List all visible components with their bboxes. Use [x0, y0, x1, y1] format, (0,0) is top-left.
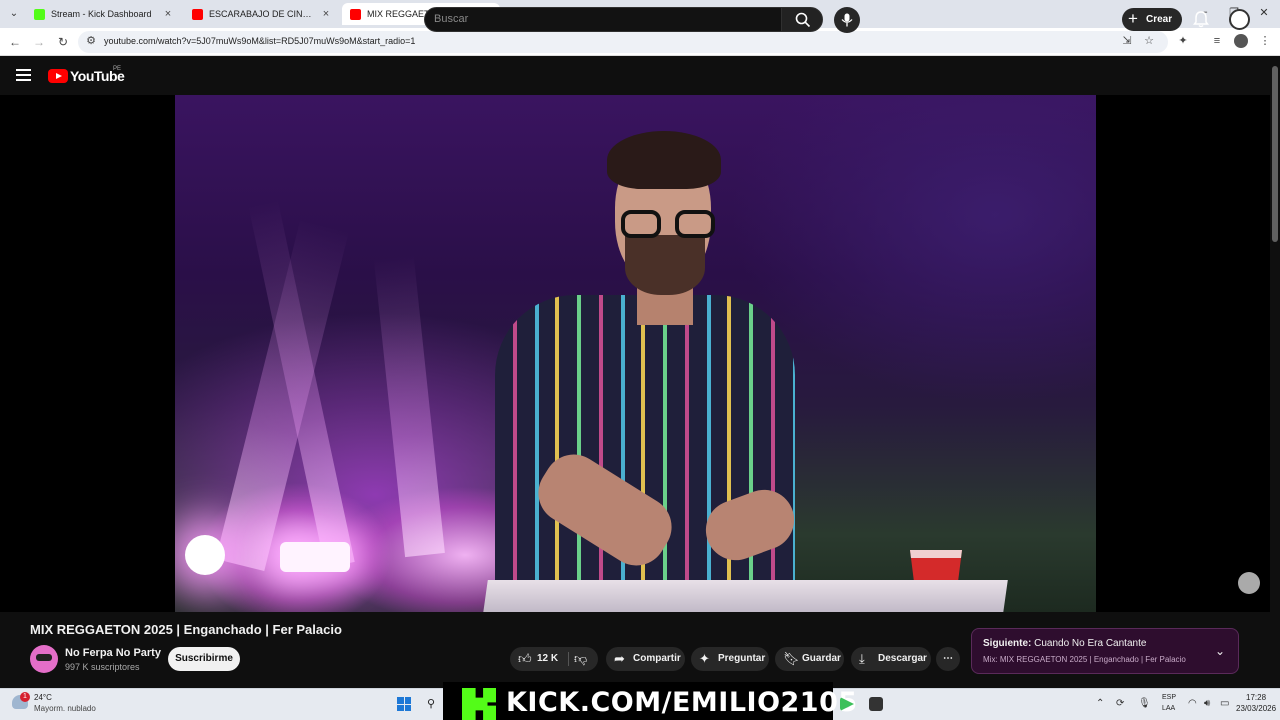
more-actions-button[interactable]: ⋯: [936, 647, 960, 671]
search-input[interactable]: [424, 7, 782, 32]
battery-icon[interactable]: ▭: [1220, 698, 1229, 709]
stage-light: [280, 542, 350, 572]
ask-label: Preguntar: [718, 653, 766, 664]
account-avatar[interactable]: [1229, 9, 1250, 30]
video-frame[interactable]: [175, 95, 1096, 612]
tray-mic-icon[interactable]: 🎙︎: [1138, 698, 1151, 709]
save-button[interactable]: 🔖︎ Guardar: [775, 647, 844, 671]
install-app-icon[interactable]: ⇲: [1120, 34, 1134, 48]
tab-kick-dashboard[interactable]: Stream - Kick Dashboard ×: [26, 3, 182, 25]
save-label: Guardar: [802, 653, 841, 664]
dj-glasses: [621, 210, 721, 238]
ask-button[interactable]: ✦ Preguntar: [691, 647, 769, 671]
search-icon: [795, 12, 811, 28]
sparkle-icon: ✦: [699, 651, 710, 666]
tab-title: ESCARABAJO DE CINABRIO: [209, 9, 314, 19]
light-beam: [373, 254, 445, 558]
share-button[interactable]: ➦ Compartir: [606, 647, 685, 671]
taskbar-app-cube-icon[interactable]: [869, 697, 883, 711]
taskbar-search-icon[interactable]: ⚲: [427, 697, 435, 710]
subscribe-button[interactable]: Suscribirme: [168, 647, 240, 671]
search-placeholder: Buscar: [434, 13, 469, 25]
kick-favicon-icon: [34, 8, 45, 20]
weather-temperature[interactable]: 24°C: [34, 693, 52, 702]
media-control-icon[interactable]: ≡: [1210, 34, 1224, 48]
notifications-bell-icon[interactable]: [1192, 10, 1210, 28]
like-count[interactable]: 12 K: [537, 647, 558, 671]
stage-light: [185, 535, 225, 575]
language-indicator[interactable]: ESP: [1162, 694, 1176, 701]
site-info-icon[interactable]: ⚙: [84, 34, 98, 48]
share-icon: ➦: [614, 651, 625, 666]
wifi-icon[interactable]: ◠: [1188, 698, 1197, 709]
search-button[interactable]: [781, 7, 823, 32]
close-tab-icon[interactable]: ×: [162, 8, 174, 20]
download-button[interactable]: ⤓ Descargar: [851, 647, 931, 671]
youtube-logo-icon[interactable]: [48, 69, 68, 83]
browser-menu-icon[interactable]: ⋮: [1258, 34, 1272, 48]
floating-bubble-icon[interactable]: [1238, 572, 1260, 594]
weather-badge: 1: [20, 692, 30, 702]
tray-overflow-chevron-icon[interactable]: ⌃: [1096, 698, 1104, 709]
bookmark-icon: 🔖︎: [783, 651, 800, 666]
channel-name[interactable]: No Ferpa No Party: [65, 647, 161, 659]
voice-search-button[interactable]: [834, 7, 860, 33]
subscriber-count: 997 K suscriptores: [65, 662, 140, 672]
like-dislike-group: 👍︎ 12 K 👎︎: [510, 647, 598, 671]
share-label: Compartir: [633, 653, 681, 664]
profile-avatar[interactable]: [1234, 34, 1248, 48]
plus-icon: +: [1128, 9, 1138, 28]
url-text[interactable]: youtube.com/watch?v=5J07muWs9oM&list=RD5…: [104, 36, 415, 46]
kick-overlay-text: KICK.COM/EMILIO2105: [506, 687, 858, 718]
youtube-favicon-icon: [350, 8, 361, 20]
youtube-header: YouTube PE: [0, 57, 1270, 95]
tab-escarabajo[interactable]: ESCARABAJO DE CINABRIO ×: [184, 3, 340, 25]
windows-start-icon[interactable]: [397, 697, 411, 711]
hamburger-menu-icon[interactable]: [16, 69, 31, 84]
tab-title: Stream - Kick Dashboard: [51, 9, 152, 19]
clock-time[interactable]: 17:28: [1246, 693, 1266, 702]
keyboard-layout[interactable]: LAA: [1162, 705, 1175, 712]
like-icon[interactable]: 👍︎: [518, 647, 532, 671]
dj-mixer: [482, 580, 1008, 612]
more-icon: ⋯: [943, 653, 953, 664]
scrollbar-thumb[interactable]: [1272, 66, 1278, 242]
channel-avatar[interactable]: [30, 645, 58, 673]
country-code: PE: [113, 66, 122, 72]
up-next-title-line: Siguiente: Cuando No Era Cantante: [983, 638, 1146, 649]
up-next-playlist: Mix: MIX REGGAETON 2025 | Enganchado | F…: [983, 655, 1186, 664]
up-next-title: Cuando No Era Cantante: [1034, 638, 1147, 649]
weather-description[interactable]: Mayorm. nublado: [34, 704, 96, 713]
up-next-panel[interactable]: [971, 628, 1239, 674]
chevron-down-icon[interactable]: ⌄: [1215, 644, 1225, 658]
microphone-icon: [841, 13, 853, 27]
back-icon[interactable]: ←: [7, 34, 23, 50]
tray-sync-icon[interactable]: ⟳: [1116, 698, 1124, 709]
up-next-prefix: Siguiente:: [983, 638, 1032, 649]
download-label: Descargar: [878, 653, 927, 664]
volume-icon[interactable]: 🔊︎: [1204, 698, 1210, 709]
divider: [568, 652, 569, 666]
close-tab-icon[interactable]: ×: [320, 8, 332, 20]
extensions-icon[interactable]: ✦: [1176, 34, 1190, 48]
dislike-icon[interactable]: 👎︎: [574, 647, 587, 671]
dj-hair: [607, 131, 721, 189]
bookmark-star-icon[interactable]: ☆: [1142, 34, 1156, 48]
download-icon: ⤓: [859, 651, 865, 666]
youtube-favicon-icon: [192, 8, 203, 20]
close-window-icon[interactable]: ✕: [1256, 6, 1272, 19]
clock-date[interactable]: 23/03/2026: [1236, 704, 1276, 713]
video-title: MIX REGGAETON 2025 | Enganchado | Fer Pa…: [30, 622, 342, 637]
tab-search-chevron-icon[interactable]: ⌄: [6, 6, 22, 22]
forward-icon[interactable]: →: [31, 34, 47, 50]
dj-beard: [625, 235, 705, 295]
reload-icon[interactable]: ↻: [55, 34, 71, 50]
